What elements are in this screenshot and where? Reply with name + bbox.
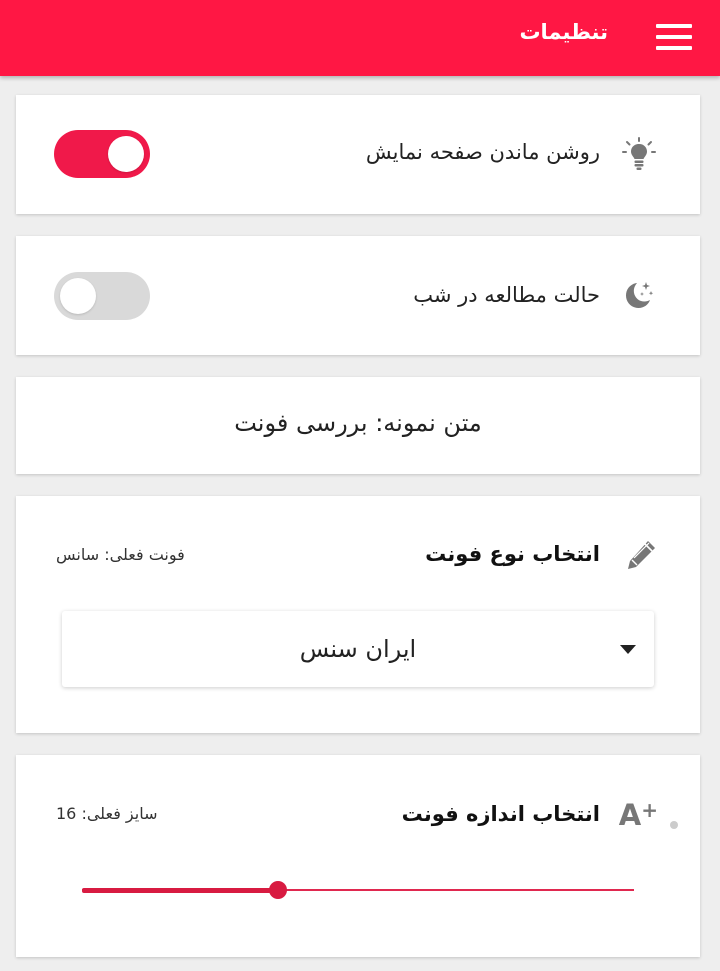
sample-text-card: متن نمونه: بررسی فونت xyxy=(16,377,700,474)
hamburger-menu-icon[interactable] xyxy=(656,22,692,52)
toggle-knob xyxy=(108,136,144,172)
current-size-label: سایز فعلی: 16 xyxy=(56,804,158,823)
font-size-title: انتخاب اندازه فونت xyxy=(401,802,600,826)
moon-stars-icon xyxy=(626,282,654,308)
pencil-icon xyxy=(628,541,655,569)
toggle-knob xyxy=(60,278,96,314)
night-mode-card: حالت مطالعه در شب xyxy=(16,236,700,355)
font-size-icon-letter: A xyxy=(618,798,642,832)
app-bar: تنظیمات xyxy=(0,0,720,76)
font-size-slider-fill xyxy=(82,888,278,893)
night-mode-toggle[interactable] xyxy=(54,272,150,320)
font-size-icon-plus: + xyxy=(641,798,658,822)
night-mode-label: حالت مطالعه در شب xyxy=(413,283,600,307)
font-type-select[interactable]: ایران سنس xyxy=(62,611,654,687)
font-size-increase-icon: A+ xyxy=(619,798,658,832)
font-type-card: انتخاب نوع فونت فونت فعلی: سانس ایران سن… xyxy=(16,496,700,733)
current-font-label: فونت فعلی: سانس xyxy=(56,545,185,564)
sample-text: متن نمونه: بررسی فونت xyxy=(234,409,482,437)
decorative-dot xyxy=(670,821,678,829)
font-type-title: انتخاب نوع فونت xyxy=(425,542,600,566)
dropdown-caret-icon xyxy=(620,645,636,654)
keep-screen-on-toggle[interactable] xyxy=(54,130,150,178)
font-size-card: انتخاب اندازه فونت A+ سایز فعلی: 16 xyxy=(16,755,700,957)
lightbulb-icon xyxy=(622,137,656,170)
font-type-selected-value: ایران سنس xyxy=(299,635,417,663)
page-title: تنظیمات xyxy=(519,20,608,44)
keep-screen-on-label: روشن ماندن صفحه نمایش xyxy=(365,140,600,164)
keep-screen-on-card: روشن ماندن صفحه نمایش xyxy=(16,95,700,214)
font-size-slider-thumb[interactable] xyxy=(268,881,287,899)
